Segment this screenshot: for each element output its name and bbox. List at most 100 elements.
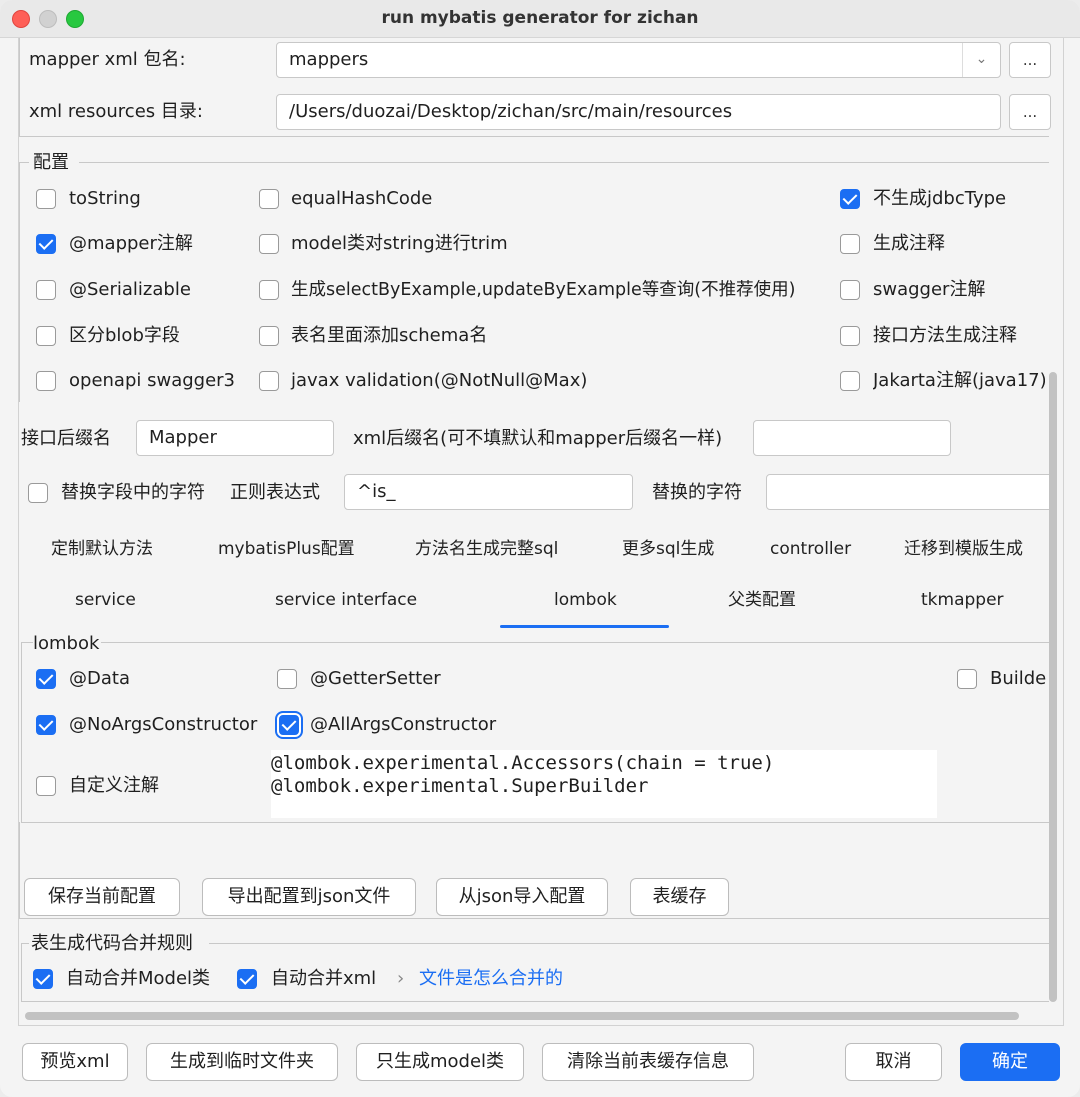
tab-more-sql[interactable]: 更多sql生成 xyxy=(622,537,714,561)
lombok-allargs-label: @AllArgsConstructor xyxy=(310,714,497,735)
custom-annotation-checkbox[interactable] xyxy=(36,776,56,796)
paths-group-border xyxy=(19,38,20,136)
tostring-label: toString xyxy=(69,188,141,209)
schema-name-checkbox[interactable] xyxy=(259,326,279,346)
replacement-label: 替换的字符 xyxy=(652,482,742,503)
xml-resources-browse-button[interactable]: ... xyxy=(1009,94,1051,130)
clear-table-cache-button[interactable]: 清除当前表缓存信息 xyxy=(542,1043,754,1081)
generate-temp-folder-button[interactable]: 生成到临时文件夹 xyxy=(146,1043,338,1081)
jakarta-annotation-checkbox[interactable] xyxy=(840,371,860,391)
lombok-noargs-checkbox[interactable] xyxy=(36,715,56,735)
replacement-input[interactable] xyxy=(766,474,1056,510)
mapper-xml-package-input[interactable]: mappers ⌄ xyxy=(276,42,1001,78)
title-bar: run mybatis generator for zichan xyxy=(0,0,1080,38)
merge-xml-checkbox[interactable] xyxy=(237,969,257,989)
mapper-xml-package-label: mapper xml 包名: xyxy=(29,49,186,70)
schema-name-label: 表名里面添加schema名 xyxy=(291,325,488,346)
tostring-checkbox[interactable] xyxy=(36,189,56,209)
merge-group-bottom xyxy=(21,1001,1049,1002)
equalhashcode-checkbox[interactable] xyxy=(259,189,279,209)
tab-service[interactable]: service xyxy=(75,588,136,612)
interface-suffix-label: 接口后缀名 xyxy=(21,428,111,449)
config-group-top-right xyxy=(79,162,1049,163)
select-by-example-checkbox[interactable] xyxy=(259,280,279,300)
tab-mybatisplus-config[interactable]: mybatisPlus配置 xyxy=(218,537,355,561)
interface-suffix-input[interactable]: Mapper xyxy=(136,420,334,456)
no-jdbctype-label: 不生成jdbcType xyxy=(873,188,1007,209)
lombok-getter-setter-checkbox[interactable] xyxy=(277,669,297,689)
lombok-group-left-border xyxy=(21,642,22,822)
chevron-down-icon[interactable]: ⌄ xyxy=(962,43,1000,77)
tab-parent-class-config[interactable]: 父类配置 xyxy=(728,588,796,612)
merge-model-label: 自动合并Model类 xyxy=(66,968,211,989)
tab-custom-default-methods[interactable]: 定制默认方法 xyxy=(51,537,153,561)
lombok-data-checkbox[interactable] xyxy=(36,669,56,689)
lombok-allargs-checkbox[interactable] xyxy=(279,715,299,735)
merge-legend: 表生成代码合并规则 xyxy=(31,933,193,954)
xml-suffix-input[interactable] xyxy=(753,420,951,456)
vertical-scrollbar[interactable] xyxy=(1049,372,1057,1002)
openapi-swagger3-label: openapi swagger3 xyxy=(69,370,236,391)
window-title: run mybatis generator for zichan xyxy=(381,8,699,28)
merge-group-left-border xyxy=(21,943,22,1001)
model-trim-checkbox[interactable] xyxy=(259,234,279,254)
buttons-group-bottom xyxy=(19,918,1049,919)
equalhashcode-label: equalHashCode xyxy=(291,188,433,209)
scroll-content: mapper xml 包名: mappers ⌄ ... xml resourc… xyxy=(18,38,1064,1026)
model-trim-label: model类对string进行trim xyxy=(291,233,508,254)
javax-validation-checkbox[interactable] xyxy=(259,371,279,391)
tab-migrate-template[interactable]: 迁移到模版生成 xyxy=(904,537,1023,561)
no-jdbctype-checkbox[interactable] xyxy=(840,189,860,209)
blob-field-checkbox[interactable] xyxy=(36,326,56,346)
table-cache-button[interactable]: 表缓存 xyxy=(630,878,729,916)
replace-field-chars-label: 替换字段中的字符 xyxy=(61,482,205,503)
dialog-window: run mybatis generator for zichan mapper … xyxy=(0,0,1080,1097)
tab-service-interface[interactable]: service interface xyxy=(275,588,417,612)
merge-model-checkbox[interactable] xyxy=(33,969,53,989)
mapper-annotation-label: @mapper注解 xyxy=(69,233,193,254)
paths-group-bottom xyxy=(19,136,1049,137)
horizontal-scrollbar[interactable] xyxy=(25,1012,1019,1020)
lombok-builder-label: Builde xyxy=(990,668,1046,689)
lombok-group-bottom xyxy=(21,822,1051,823)
mapper-annotation-checkbox[interactable] xyxy=(36,234,56,254)
preview-xml-button[interactable]: 预览xml xyxy=(22,1043,128,1081)
ok-button[interactable]: 确定 xyxy=(960,1043,1060,1081)
custom-annotation-textarea[interactable]: @lombok.experimental.Accessors(chain = t… xyxy=(271,750,937,818)
tab-controller[interactable]: controller xyxy=(770,537,851,561)
chevron-right-icon: › xyxy=(397,968,405,989)
buttons-group-left-border xyxy=(19,822,20,918)
lombok-noargs-label: @NoArgsConstructor xyxy=(69,714,258,735)
swagger-annotation-checkbox[interactable] xyxy=(840,280,860,300)
generate-comments-checkbox[interactable] xyxy=(840,234,860,254)
import-config-json-button[interactable]: 从json导入配置 xyxy=(436,878,608,916)
blob-field-label: 区分blob字段 xyxy=(69,325,180,346)
serializable-checkbox[interactable] xyxy=(36,280,56,300)
merge-group-top-left xyxy=(21,943,29,944)
cancel-button[interactable]: 取消 xyxy=(845,1043,942,1081)
config-group-top-left xyxy=(19,162,29,163)
replace-field-chars-checkbox[interactable] xyxy=(28,483,48,503)
lombok-builder-checkbox[interactable] xyxy=(957,669,977,689)
merge-group-top-right xyxy=(209,943,1049,944)
swagger-annotation-label: swagger注解 xyxy=(873,279,986,300)
xml-resources-input[interactable]: /Users/duozai/Desktop/zichan/src/main/re… xyxy=(276,94,1001,130)
lombok-getter-setter-label: @GetterSetter xyxy=(310,668,441,689)
active-tab-indicator xyxy=(500,625,669,628)
tab-lombok[interactable]: lombok xyxy=(554,588,617,612)
mapper-xml-browse-button[interactable]: ... xyxy=(1009,42,1051,78)
export-config-json-button[interactable]: 导出配置到json文件 xyxy=(202,878,416,916)
regex-label: 正则表达式 xyxy=(230,482,320,503)
interface-comments-checkbox[interactable] xyxy=(840,326,860,346)
tab-tkmapper[interactable]: tkmapper xyxy=(921,588,1004,612)
openapi-swagger3-checkbox[interactable] xyxy=(36,371,56,391)
tab-method-name-sql[interactable]: 方法名生成完整sql xyxy=(415,537,558,561)
regex-input[interactable]: ^is_ xyxy=(344,474,633,510)
how-merge-works-link[interactable]: 文件是怎么合并的 xyxy=(419,967,563,991)
save-config-button[interactable]: 保存当前配置 xyxy=(24,878,180,916)
xml-resources-label: xml resources 目录: xyxy=(29,101,203,122)
lombok-legend: lombok xyxy=(33,633,100,654)
xml-suffix-label: xml后缀名(可不填默认和mapper后缀名一样) xyxy=(353,428,723,449)
select-by-example-label: 生成selectByExample,updateByExample等查询(不推荐… xyxy=(291,280,796,300)
generate-model-only-button[interactable]: 只生成model类 xyxy=(356,1043,524,1081)
